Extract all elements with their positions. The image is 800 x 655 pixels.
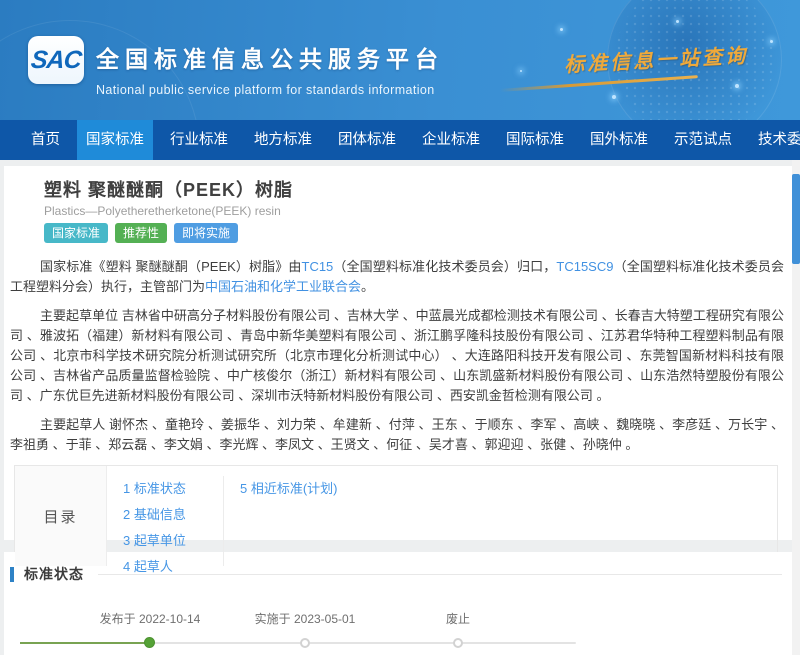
toc-columns: 1 标准状态 2 基础信息 3 起草单位 4 起草人 5 相近标准(计划) (107, 466, 423, 566)
nav-item-local-standards[interactable]: 地方标准 (249, 120, 317, 160)
nav-item-group-standards[interactable]: 团体标准 (333, 120, 401, 160)
site-header: SAC 全国标准信息公共服务平台 National public service… (0, 0, 800, 120)
nav-item-international-standards[interactable]: 国际标准 (501, 120, 569, 160)
toc-link-drafters[interactable]: 4 起草人 (123, 554, 223, 580)
status-timeline: 发布于 2022-10-14 实施于 2023-05-01 废止 (4, 608, 792, 655)
section-divider-line (98, 574, 782, 575)
sparkle-dot (770, 40, 773, 43)
site-subtitle: National public service platform for sta… (96, 83, 444, 97)
nav-item-national-standards[interactable]: 国家标准 (77, 120, 153, 160)
toc-column-2: 5 相近标准(计划) (223, 476, 423, 566)
nav-item-industry-standards[interactable]: 行业标准 (165, 120, 233, 160)
timeline-dot-implemented (300, 638, 310, 648)
toc-column-1: 1 标准状态 2 基础信息 3 起草单位 4 起草人 (107, 476, 223, 566)
toc-link-standard-status[interactable]: 1 标准状态 (123, 476, 223, 502)
nav-item-pilot-projects[interactable]: 示范试点 (669, 120, 737, 160)
tag-recommended: 推荐性 (115, 223, 167, 243)
timeline-label-abolished: 废止 (446, 610, 470, 627)
nav-item-enterprise-standards[interactable]: 企业标准 (417, 120, 485, 160)
timeline-dot-published (144, 637, 155, 648)
link-tc15[interactable]: TC15 (302, 259, 334, 274)
timeline-dot-abolished (453, 638, 463, 648)
standard-tags: 国家标准 推荐性 即将实施 (44, 223, 792, 243)
toc-link-drafting-organizations[interactable]: 3 起草单位 (123, 528, 223, 554)
timeline-label-implemented: 实施于 2023-05-01 (255, 610, 356, 627)
toc-link-basic-info[interactable]: 2 基础信息 (123, 502, 223, 528)
sparkle-dot (676, 20, 679, 23)
nav-item-home[interactable]: 首页 (26, 120, 65, 160)
toc-link-similar-standards[interactable]: 5 相近标准(计划) (240, 476, 423, 502)
standard-description: 国家标准《塑料 聚醚醚酮（PEEK）树脂》由TC15（全国塑料标准化技术委员会）… (10, 257, 784, 455)
text-segment: 国家标准《塑料 聚醚醚酮（PEEK）树脂》由 (40, 259, 302, 274)
main-nav: 首页 国家标准 行业标准 地方标准 团体标准 企业标准 国际标准 国外标准 示范… (0, 120, 800, 160)
section-accent-bar (10, 567, 14, 582)
site-title: 全国标准信息公共服务平台 (96, 40, 444, 74)
nav-item-technical-committees[interactable]: 技术委员会 (753, 120, 800, 160)
sac-logo-text: SAC (30, 46, 83, 75)
sparkle-dot (560, 28, 563, 31)
paragraph-drafting-organizations: 主要起草单位 吉林省中研高分子材料股份有限公司 、吉林大学 、中蓝晨光成都检测技… (10, 306, 784, 406)
link-competent-authority[interactable]: 中国石油和化学工业联合会 (205, 279, 361, 294)
page-scrollbar-thumb[interactable] (792, 174, 800, 264)
sparkle-dot (520, 70, 522, 72)
link-tc15sc9[interactable]: TC15SC9 (556, 259, 613, 274)
tag-national-standard: 国家标准 (44, 223, 108, 243)
paragraph-drafters: 主要起草人 谢怀杰 、童艳玲 、姜振华 、刘力荣 、牟建新 、付萍 、王东 、于… (10, 415, 784, 455)
standard-title-cn: 塑料 聚醚醚酮（PEEK）树脂 (44, 180, 792, 200)
timeline-completed-segment (20, 642, 150, 644)
toc-label: 目录 (15, 466, 107, 566)
status-section-title: 标准状态 (24, 564, 84, 584)
paragraph-committee-info: 国家标准《塑料 聚醚醚酮（PEEK）树脂》由TC15（全国塑料标准化技术委员会）… (10, 257, 784, 297)
text-segment: 。 (361, 279, 374, 294)
page-scrollbar-track[interactable] (792, 160, 800, 655)
tag-upcoming-implementation: 即将实施 (174, 223, 238, 243)
text-segment: （全国塑料标准化技术委员会）归口， (333, 259, 556, 274)
standard-detail-card: 塑料 聚醚醚酮（PEEK）树脂 Plastics—Polyetheretherk… (4, 166, 792, 540)
timeline-label-published: 发布于 2022-10-14 (100, 610, 201, 627)
standard-title-en: Plastics—Polyetheretherketone(PEEK) resi… (44, 204, 792, 218)
standard-header: 塑料 聚醚醚酮（PEEK）树脂 Plastics—Polyetheretherk… (4, 166, 792, 243)
site-brand: 全国标准信息公共服务平台 National public service pla… (96, 40, 444, 97)
sparkle-dot (612, 95, 616, 99)
nav-item-foreign-standards[interactable]: 国外标准 (585, 120, 653, 160)
sparkle-dot (735, 84, 739, 88)
sac-logo[interactable]: SAC (28, 36, 84, 84)
